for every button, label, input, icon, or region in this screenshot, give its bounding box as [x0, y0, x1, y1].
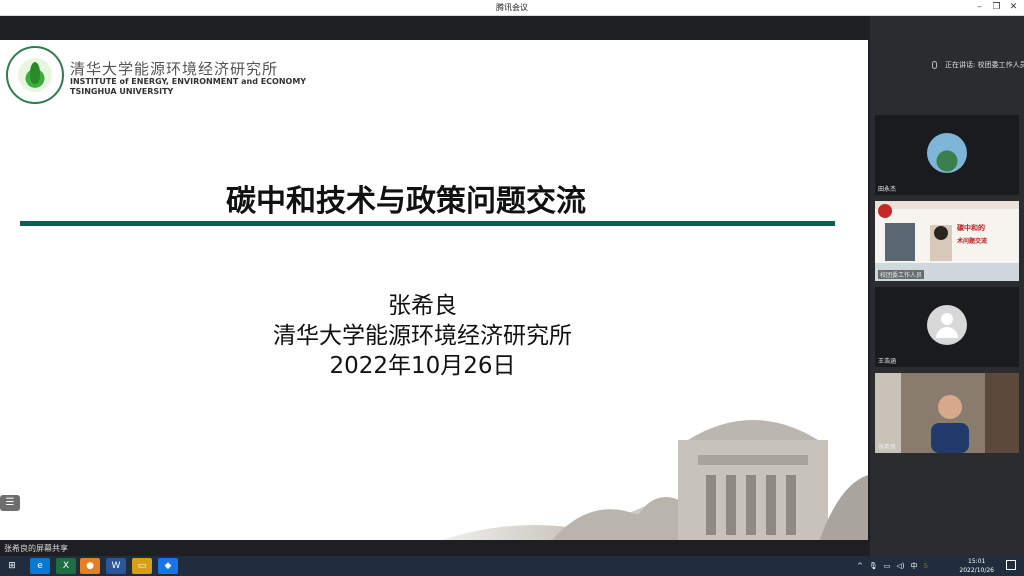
- banner-text: 碳中和的: [957, 224, 985, 232]
- file-explorer-icon[interactable]: ▭: [132, 558, 152, 574]
- windows-taskbar: ⊞ e X ● W ▭ ◆ ^ 🎙 ▭ ◁) 中 S 15:01 2022/10…: [0, 556, 1024, 576]
- network-icon[interactable]: ▭: [884, 562, 891, 570]
- tencent-meeting-icon[interactable]: ◆: [158, 558, 178, 574]
- minimize-button[interactable]: –: [973, 1, 986, 14]
- banner-text: 术问题交流: [957, 238, 988, 245]
- university-name-en: TSINGHUA UNIVERSITY: [70, 87, 174, 96]
- participant-tile[interactable]: 王浩涵: [875, 287, 1019, 367]
- start-icon[interactable]: ⊞: [2, 558, 22, 574]
- excel-icon[interactable]: X: [56, 558, 76, 574]
- participant-tile[interactable]: 张希良: [875, 373, 1019, 453]
- restore-button[interactable]: ❐: [990, 1, 1003, 14]
- share-status-text: 张希良的屏幕共享: [4, 544, 68, 553]
- participant-name: 田永杰: [878, 186, 897, 193]
- notification-icon[interactable]: [1006, 560, 1016, 570]
- mic-tray-icon[interactable]: 🎙: [869, 562, 878, 570]
- sogou-icon[interactable]: S: [924, 562, 928, 570]
- volume-icon[interactable]: ◁): [896, 562, 904, 570]
- mic-icon: [932, 61, 937, 69]
- institute-logo: [6, 46, 64, 104]
- video-feed: [875, 373, 1019, 453]
- shared-banner-thumbnail: [875, 201, 1019, 281]
- window-titlebar: 腾讯会议 – ❐ ✕: [0, 0, 1024, 16]
- slide-title: 碳中和技术与政策问题交流: [226, 184, 586, 219]
- close-button[interactable]: ✕: [1007, 1, 1020, 14]
- avatar: [927, 133, 967, 173]
- slide-date: 2022年10月26日: [329, 353, 516, 379]
- campus-building-illustration: [388, 395, 868, 545]
- slide-menu-toggle[interactable]: ☰: [0, 495, 20, 511]
- taskbar-clock[interactable]: 15:01 2022/10/26: [959, 557, 994, 575]
- clock-date: 2022/10/26: [959, 567, 994, 574]
- edge-icon[interactable]: e: [30, 558, 50, 574]
- window-title: 腾讯会议: [496, 3, 528, 12]
- participant-tile[interactable]: 田永杰: [875, 115, 1019, 195]
- participant-panel: 正在讲话: 校团委工作人员 田永杰 碳中和的 术问题交流 校团委工作人员 王浩涵: [870, 16, 1024, 556]
- slide-author: 张希良: [388, 293, 457, 319]
- participant-tile[interactable]: 碳中和的 术问题交流 校团委工作人员: [875, 201, 1019, 281]
- ime-indicator[interactable]: 中: [911, 561, 918, 571]
- shared-screen-area: 清华大学能源环境经济研究所 INSTITUTE of ENERGY, ENVIR…: [0, 16, 870, 545]
- chevron-up-icon[interactable]: ^: [857, 562, 863, 570]
- title-divider: [20, 221, 835, 226]
- clock-time: 15:01: [968, 558, 986, 565]
- share-status-bar: 张希良的屏幕共享: [0, 540, 870, 556]
- word-icon[interactable]: W: [106, 558, 126, 574]
- participant-name: 张希良: [878, 444, 897, 451]
- wechat-icon[interactable]: ●: [80, 558, 100, 574]
- slide-affiliation: 清华大学能源环境经济研究所: [273, 323, 572, 349]
- presentation-slide: 清华大学能源环境经济研究所 INSTITUTE of ENERGY, ENVIR…: [0, 40, 868, 545]
- participant-name: 校团委工作人员: [878, 270, 925, 279]
- institute-name-en: INSTITUTE of ENERGY, ENVIRONMENT and ECO…: [70, 77, 307, 86]
- speaking-indicator: 正在讲话: 校团委工作人员: [932, 60, 1024, 70]
- institute-name-cn: 清华大学能源环境经济研究所: [70, 60, 279, 78]
- participant-name: 王浩涵: [878, 358, 897, 365]
- system-tray: ^ 🎙 ▭ ◁) 中 S: [857, 558, 928, 574]
- avatar: [927, 305, 967, 345]
